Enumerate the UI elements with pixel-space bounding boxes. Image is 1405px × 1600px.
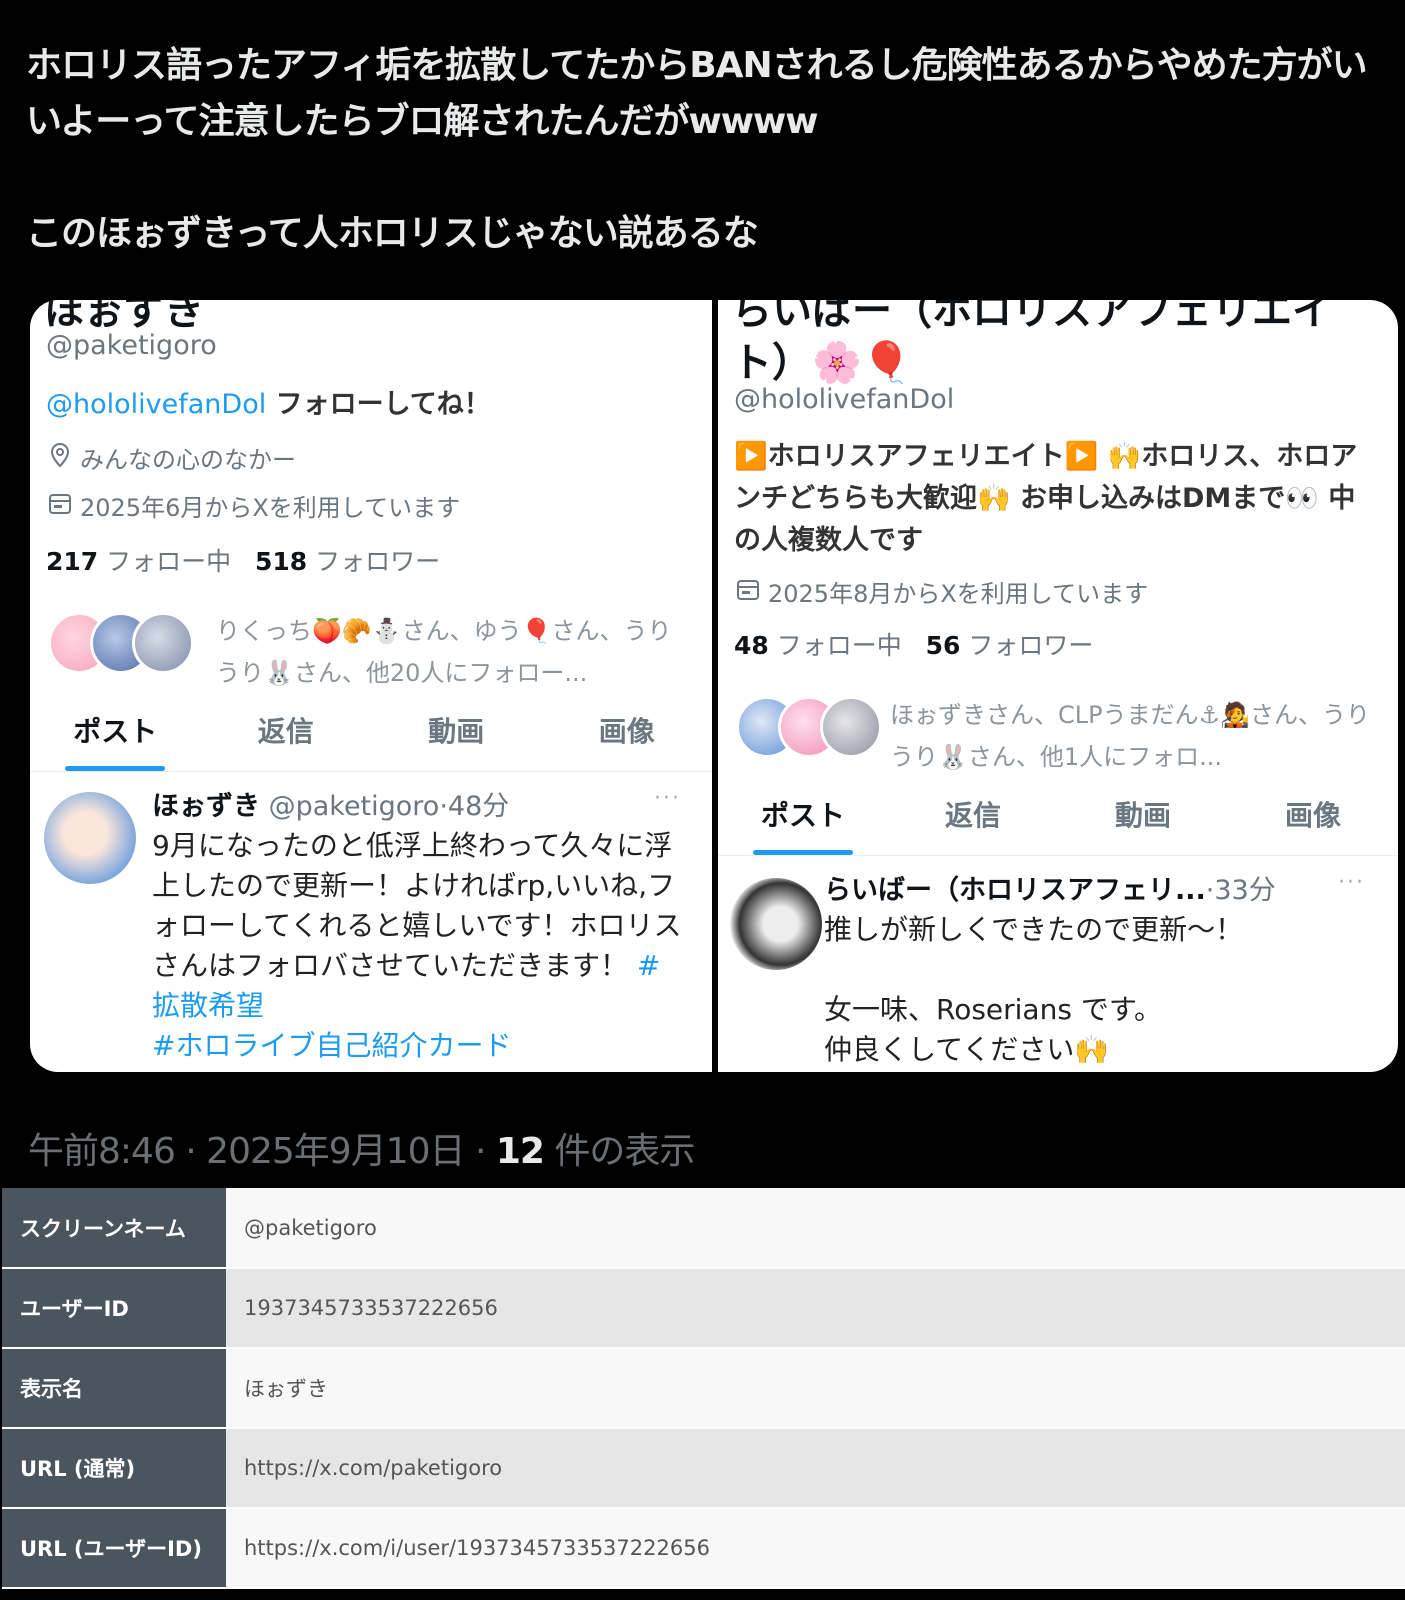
followed-by-text[interactable]: りくっち🍑🥐⛄さん、ゆう🎈さん、うりうり🐰さん、他20人にフォロー... xyxy=(216,610,686,694)
post-body: 推しが新しくできたので更新〜！ 女一味、Roserians です。 仲良くしてく… xyxy=(824,910,1384,1070)
profile-tabs: ポスト 返信 動画 画像 xyxy=(718,776,1398,856)
row-label: スクリーンネーム xyxy=(2,1188,226,1269)
post-item[interactable]: ほぉずき @paketigoro·48分 ··· 9月になったのと低浮上終わって… xyxy=(30,772,712,1072)
bio-text: フォローしてね！ xyxy=(266,389,491,420)
profile-joined: 2025年8月からXを利用しています xyxy=(736,574,1148,609)
avatar[interactable] xyxy=(44,792,136,884)
tab-posts[interactable]: ポスト xyxy=(30,692,201,771)
profile-bio: ▶️ホロリスアフェリエイト▶️ 🙌ホロリス、ホロアンチどちらも大歓迎🙌 お申し込… xyxy=(734,441,1358,556)
followed-by-avatars[interactable] xyxy=(736,696,882,758)
row-label: 表示名 xyxy=(2,1348,226,1429)
row-value[interactable]: https://x.com/i/user/1937345733537222656 xyxy=(226,1508,1405,1589)
follow-counts: 48 フォロー中 56 フォロワー xyxy=(734,626,1093,662)
avatar[interactable] xyxy=(730,878,822,970)
row-value: @paketigoro xyxy=(226,1188,1405,1269)
post-author[interactable]: ほぉずき xyxy=(152,791,260,822)
tab-images[interactable]: 画像 xyxy=(542,692,713,771)
table-row: URL (通常) https://x.com/paketigoro xyxy=(2,1428,1405,1509)
location-text: みんなの心のなかー xyxy=(80,446,296,474)
row-value: 1937345733537222656 xyxy=(226,1268,1405,1349)
post-text: 9月になったのと低浮上終わって久々に浮上したので更新ー！よければrp,いいね,フ… xyxy=(152,829,682,982)
views-label: 件の表示 xyxy=(543,1131,695,1172)
tweet-text-line2: このほぉずきって人ホロリスじゃない説あるな xyxy=(26,213,759,254)
profile-location: みんなの心のなかー xyxy=(48,440,296,475)
bio-mention-link[interactable]: @hololivefanDol xyxy=(46,389,266,420)
post-text: 推しが新しくできたので更新〜！ xyxy=(824,913,1244,946)
tab-videos[interactable]: 動画 xyxy=(371,692,542,771)
tab-replies[interactable]: 返信 xyxy=(201,692,372,771)
row-value: ほぉずき xyxy=(226,1348,1405,1429)
follow-counts: 217 フォロー中 518 フォロワー xyxy=(46,542,440,578)
hashtag-link[interactable]: #ホロライブ自己紹介カード xyxy=(152,1029,511,1062)
followed-by-text[interactable]: ほぉずきさん、CLPうまだん⚓🧑‍🎤さん、うりうり🐰さん、他1人にフォロ... xyxy=(890,694,1380,778)
profile-handle[interactable]: @hololivefanDol xyxy=(734,384,954,415)
joined-text: 2025年6月からXを利用しています xyxy=(80,494,461,522)
row-value[interactable]: https://x.com/paketigoro xyxy=(226,1428,1405,1509)
avatar xyxy=(132,612,194,674)
avatar xyxy=(820,696,882,758)
tab-videos[interactable]: 動画 xyxy=(1058,776,1228,855)
table-row: ユーザーID 1937345733537222656 xyxy=(2,1268,1405,1349)
screenshot-right-profile[interactable]: らいばー（ホロリスアフェリエイ ト）🌸🎈 @hololivefanDol ▶️ホ… xyxy=(718,300,1398,1072)
calendar-icon xyxy=(736,577,760,607)
tweet-text: ホロリス語ったアフィ垢を拡散してたからBANされるし危険性あるからやめた方がいい… xyxy=(26,38,1386,262)
profile-name-line2: ト）🌸🎈 xyxy=(732,340,912,386)
post-author[interactable]: らいばー（ホロリスアフェリ... xyxy=(824,875,1206,906)
table-row: スクリーンネーム @paketigoro xyxy=(2,1188,1405,1269)
post-header: ほぉずき @paketigoro·48分 xyxy=(152,784,509,823)
calendar-icon xyxy=(48,491,72,521)
profile-handle[interactable]: @paketigoro xyxy=(46,330,217,361)
followed-by-avatars[interactable] xyxy=(48,612,194,674)
post-header: らいばー（ホロリスアフェリ...·33分 xyxy=(824,868,1276,907)
profile-joined: 2025年6月からXを利用しています xyxy=(48,488,460,523)
post-text: 女一味、Roserians です。 xyxy=(824,993,1163,1026)
post-body: 9月になったのと低浮上終わって久々に浮上したので更新ー！よければrp,いいね,フ… xyxy=(152,826,688,1066)
profile-bio: @hololivefanDol フォローしてね！ xyxy=(46,384,491,426)
post-handle-time: @paketigoro·48分 xyxy=(260,791,510,822)
tweet-timestamp[interactable]: 午前8:46 · 2025年9月10日 · 12 件の表示 xyxy=(28,1122,695,1174)
row-label: URL (通常) xyxy=(2,1428,226,1509)
followers-link[interactable]: 56 フォロワー xyxy=(926,631,1094,660)
profile-tabs: ポスト 返信 動画 画像 xyxy=(30,692,712,772)
more-icon[interactable]: ··· xyxy=(654,786,681,811)
row-label: ユーザーID xyxy=(2,1268,226,1349)
post-time: ·33分 xyxy=(1205,875,1276,906)
location-pin-icon xyxy=(48,442,72,474)
user-info-table: スクリーンネーム @paketigoro ユーザーID 19373457335372… xyxy=(2,1188,1405,1589)
followers-link[interactable]: 518 フォロワー xyxy=(255,547,440,576)
screenshot-left-profile[interactable]: ほぉずき @paketigoro @hololivefanDol フォローしてね… xyxy=(30,300,712,1072)
timestamp-text: 午前8:46 · 2025年9月10日 · xyxy=(28,1131,496,1172)
tweet-text-line1: ホロリス語ったアフィ垢を拡散してたからBANされるし危険性あるからやめた方がいい… xyxy=(26,45,1368,142)
table-row: 表示名 ほぉずき xyxy=(2,1348,1405,1429)
post-text: 仲良くしてください🙌 xyxy=(824,1033,1110,1066)
row-label: URL (ユーザーID) xyxy=(2,1508,226,1589)
tab-posts[interactable]: ポスト xyxy=(718,776,888,855)
more-icon[interactable]: ··· xyxy=(1338,870,1365,895)
post-item[interactable]: らいばー（ホロリスアフェリ...·33分 ··· 推しが新しくできたので更新〜！… xyxy=(718,856,1398,1072)
tab-replies[interactable]: 返信 xyxy=(888,776,1058,855)
views-count: 12 xyxy=(495,1131,545,1172)
tab-images[interactable]: 画像 xyxy=(1228,776,1398,855)
joined-text: 2025年8月からXを利用しています xyxy=(768,580,1149,608)
following-link[interactable]: 217 フォロー中 xyxy=(46,547,231,576)
following-link[interactable]: 48 フォロー中 xyxy=(734,631,902,660)
table-row: URL (ユーザーID) https://x.com/i/user/1937345… xyxy=(2,1508,1405,1589)
